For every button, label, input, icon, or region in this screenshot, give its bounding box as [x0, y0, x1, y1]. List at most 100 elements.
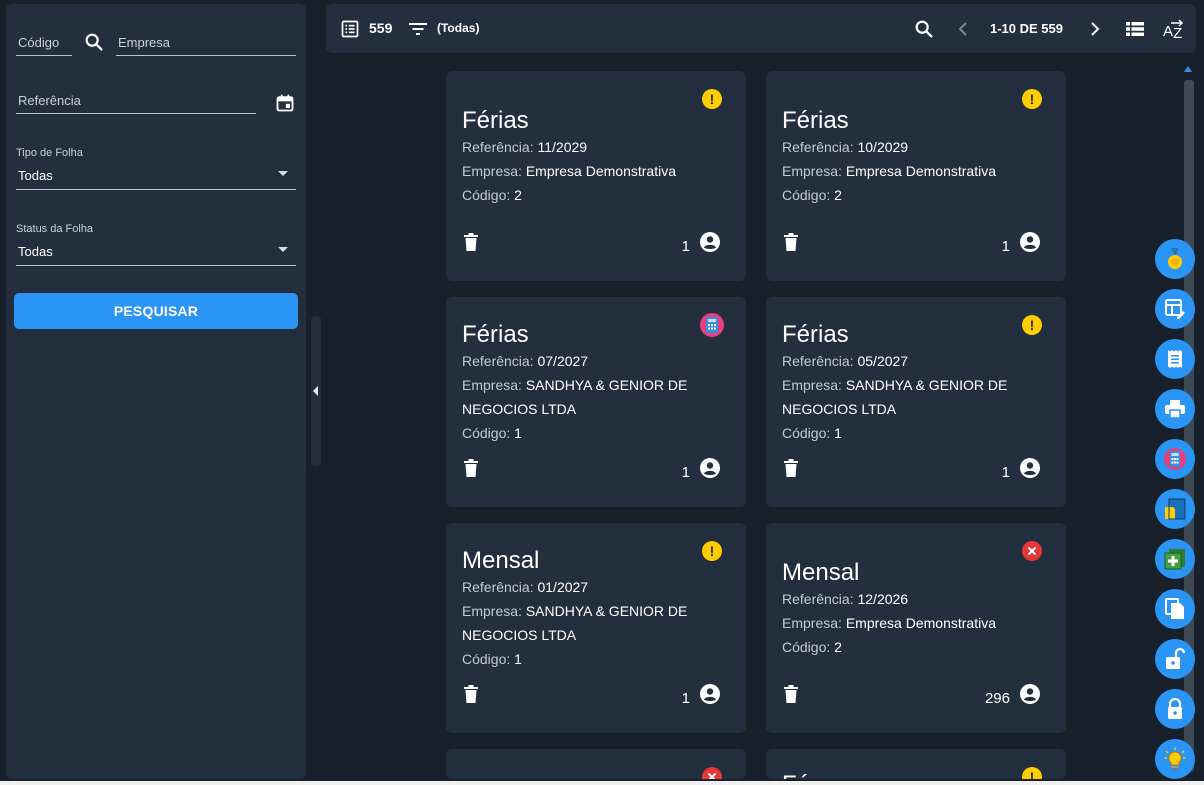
- lock-fab-button[interactable]: [1155, 689, 1195, 729]
- lightbulb-icon: [1164, 747, 1186, 771]
- account-circle-icon: [1020, 684, 1040, 709]
- scroll-up-icon[interactable]: [1184, 66, 1192, 72]
- warning-icon: !: [1022, 315, 1042, 335]
- referencia-label: Referência:: [782, 353, 858, 369]
- folha-card[interactable]: ! Férias Referência: 11/2029 Empresa: Em…: [446, 71, 746, 281]
- pagination-label: 1-10 DE 559: [990, 21, 1063, 36]
- card-codigo: Código: 1: [782, 421, 1052, 445]
- sort-alpha-icon[interactable]: AZ: [1162, 17, 1186, 41]
- trash-icon[interactable]: [463, 233, 479, 256]
- unlock-fab-button[interactable]: [1155, 639, 1195, 679]
- lightbulb-fab-button[interactable]: [1155, 739, 1195, 779]
- trash-icon[interactable]: [463, 459, 479, 482]
- table-edit-icon: [1165, 299, 1185, 319]
- account-circle-icon: [700, 458, 720, 483]
- card-empresa: Empresa: Empresa Demonstrativa: [462, 159, 732, 183]
- search-icon[interactable]: [82, 30, 106, 54]
- card-referencia: Referência: 07/2027: [462, 349, 732, 373]
- card-codigo: Código: 2: [462, 183, 732, 207]
- status-folha-select[interactable]: Todas: [16, 236, 296, 266]
- trash-icon[interactable]: [463, 685, 479, 708]
- card-empresa: Empresa: SANDHYA & GENIOR DE NEGOCIOS LT…: [782, 373, 1052, 421]
- warning-icon: !: [1022, 767, 1042, 779]
- copy-fab-button[interactable]: [1155, 589, 1195, 629]
- view-list-icon[interactable]: [1125, 19, 1145, 39]
- calculator-status-icon: [700, 313, 724, 337]
- filter-label[interactable]: (Todas): [437, 21, 479, 35]
- folha-card[interactable]: ! Fé: [766, 749, 1066, 779]
- lock-icon: [1168, 698, 1182, 719]
- search-button[interactable]: PESQUISAR: [14, 293, 298, 329]
- empresa-field[interactable]: Empresa: [116, 24, 296, 56]
- calendar-icon[interactable]: [273, 91, 297, 115]
- tipo-folha-label: Tipo de Folha: [16, 147, 83, 159]
- calculator-fab-button[interactable]: [1155, 439, 1195, 479]
- empresa-placeholder: Empresa: [118, 35, 171, 50]
- folha-card[interactable]: ! Mensal Referência: 01/2027 Empresa: SA…: [446, 523, 746, 733]
- card-referencia: Referência: 01/2027: [462, 575, 732, 599]
- codigo-label: Código:: [782, 187, 835, 203]
- copy-icon: [1165, 598, 1184, 619]
- card-codigo: Código: 2: [782, 183, 1052, 207]
- referencia-label: Referência:: [462, 353, 538, 369]
- medal-fab-button[interactable]: [1155, 239, 1195, 279]
- trash-icon[interactable]: [783, 459, 799, 482]
- trash-icon[interactable]: [783, 233, 799, 256]
- employee-count: 1: [681, 238, 690, 255]
- referencia-label: Referência:: [782, 139, 858, 155]
- card-empresa: Empresa: SANDHYA & GENIOR DE NEGOCIOS LT…: [462, 599, 732, 647]
- codigo-label: Código:: [782, 639, 835, 655]
- account-circle-icon: [700, 684, 720, 709]
- folha-card[interactable]: ! Férias Referência: 05/2027 Empresa: SA…: [766, 297, 1066, 507]
- card-referencia: Referência: 11/2029: [462, 135, 732, 159]
- folha-card[interactable]: Mensal Referência: 12/2026 Empresa: Empr…: [766, 523, 1066, 733]
- calculator-icon: [1164, 448, 1186, 470]
- table-edit-fab-button[interactable]: [1155, 289, 1195, 329]
- error-icon: [702, 767, 722, 779]
- tipo-folha-value: Todas: [18, 168, 53, 183]
- filter-panel: Código Empresa Referência Tipo de Folha …: [6, 4, 306, 779]
- card-title: Férias: [782, 107, 849, 134]
- window-bottom-edge: [0, 781, 1204, 785]
- folder-fab-button[interactable]: [1155, 489, 1195, 529]
- referencia-value: 10/2029: [857, 139, 909, 155]
- card-empresa: Empresa: Empresa Demonstrativa: [782, 159, 1052, 183]
- card-referencia: Referência: 12/2026: [782, 587, 1052, 611]
- empresa-label: Empresa:: [782, 163, 846, 179]
- referencia-label: Referência:: [782, 591, 858, 607]
- card-referencia: Referência: 10/2029: [782, 135, 1052, 159]
- unlock-icon: [1166, 648, 1185, 669]
- codigo-field[interactable]: Código: [16, 24, 72, 56]
- chevron-left-icon[interactable]: [957, 21, 969, 37]
- employee-count: 1: [1001, 464, 1010, 481]
- filter-icon[interactable]: [408, 20, 428, 38]
- referencia-field[interactable]: Referência: [16, 82, 256, 114]
- folha-card[interactable]: [446, 749, 746, 779]
- employee-count: 1: [1001, 238, 1010, 255]
- card-title: Férias: [462, 107, 529, 134]
- codigo-label: Código:: [782, 425, 835, 441]
- error-icon: [1022, 541, 1042, 561]
- trash-icon[interactable]: [783, 685, 799, 708]
- codigo-label: Código:: [462, 187, 515, 203]
- print-fab-button[interactable]: [1155, 389, 1195, 429]
- empresa-value: Empresa Demonstrativa: [845, 615, 996, 631]
- account-circle-icon: [1020, 458, 1040, 483]
- empresa-value: Empresa Demonstrativa: [525, 163, 676, 179]
- chevron-down-icon: [278, 171, 288, 176]
- receipt-fab-button[interactable]: [1155, 339, 1195, 379]
- card-title: Mensal: [462, 547, 540, 574]
- chevron-right-icon[interactable]: [1089, 21, 1101, 37]
- folha-card[interactable]: ! Férias Referência: 10/2029 Empresa: Em…: [766, 71, 1066, 281]
- referencia-value: 07/2027: [537, 353, 589, 369]
- add-box-icon: [1164, 549, 1185, 570]
- referencia-label: Referência:: [462, 139, 538, 155]
- add-box-fab-button[interactable]: [1155, 539, 1195, 579]
- search-icon[interactable]: [913, 18, 935, 40]
- warning-icon: !: [702, 89, 722, 109]
- tipo-folha-select[interactable]: Todas: [16, 160, 296, 190]
- codigo-value: 1: [514, 425, 522, 441]
- codigo-label: Código:: [462, 425, 515, 441]
- folha-card[interactable]: Férias Referência: 07/2027 Empresa: SAND…: [446, 297, 746, 507]
- list-icon: [340, 19, 360, 39]
